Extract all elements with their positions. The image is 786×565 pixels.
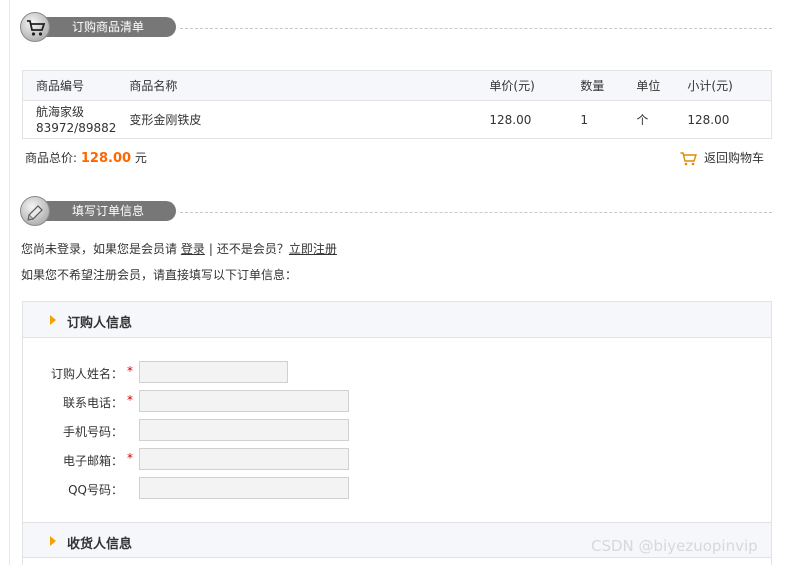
column-header: 单位 — [623, 70, 675, 101]
table-header-row: 商品编号 商品名称 单价(元) 数量 单位 小计(元) — [22, 70, 772, 101]
order-info-header: 填写订单信息 — [20, 196, 772, 226]
login-prompt: 您尚未登录，如果您是会员请 登录 | 还不是会员？立即注册 — [21, 240, 337, 257]
field-label: 手机号码： — [62, 425, 123, 439]
login-link[interactable]: 登录 — [181, 242, 205, 256]
field-label: QQ号码： — [68, 483, 123, 497]
phone-input[interactable] — [139, 390, 349, 412]
form-row-email: 电子邮箱： * — [23, 448, 423, 470]
required-mark: * — [127, 393, 133, 407]
arrow-right-icon — [50, 536, 56, 546]
receiver-info-title: 收货人信息 — [67, 537, 133, 552]
back-to-cart-link[interactable]: 返回购物车 — [680, 149, 764, 166]
arrow-right-icon — [50, 315, 56, 325]
not-member-text: 还不是会员？ — [216, 242, 289, 256]
column-header: 数量 — [567, 70, 624, 101]
login-prompt-text: 您尚未登录，如果您是会员请 — [21, 242, 178, 256]
total-label: 商品总价: — [25, 151, 78, 165]
guest-hint: 如果您不希望注册会员，请直接填写以下订单信息： — [21, 268, 298, 282]
buyer-info-panel: 订购人信息 订购人姓名： * 联系电话： * 手机号码： 电子邮箱： * QQ号… — [22, 301, 772, 565]
email-input[interactable] — [139, 448, 349, 470]
table-row: 航海家级 83972/89882 变形金刚铁皮 128.00 1 个 128.0… — [23, 101, 772, 139]
left-frame-edge — [0, 0, 10, 565]
watermark: CSDN @biyezuopinvip — [591, 537, 758, 555]
quantity-cell: 1 — [580, 112, 589, 127]
field-label: 联系电话： — [62, 396, 123, 410]
field-label: 订购人姓名： — [50, 367, 123, 381]
total-currency: 元 — [134, 151, 147, 165]
product-code-cell: 航海家级 83972/89882 — [23, 101, 117, 139]
order-list-header: 订购商品清单 — [20, 12, 772, 42]
required-mark: * — [127, 451, 133, 465]
subtotal-cell: 128.00 — [687, 112, 730, 127]
form-badge — [20, 196, 50, 226]
form-row-name: 订购人姓名： * — [23, 361, 423, 383]
cart-badge — [20, 12, 50, 42]
section-title: 订购商品清单 — [34, 17, 176, 37]
qq-input[interactable] — [139, 477, 349, 499]
back-to-cart-label: 返回购物车 — [704, 151, 765, 165]
column-header: 单价(元) — [476, 70, 568, 101]
buyer-name-input[interactable] — [139, 361, 288, 383]
total-price: 商品总价: 128.00 元 — [25, 149, 147, 166]
form-row-phone: 联系电话： * — [23, 390, 423, 412]
product-code-line1: 航海家级 — [36, 104, 85, 119]
product-code-line2: 83972/89882 — [36, 120, 117, 135]
section-title: 填写订单信息 — [34, 201, 176, 221]
pen-hand-icon — [27, 205, 43, 221]
register-link[interactable]: 立即注册 — [289, 242, 337, 256]
dashed-divider — [180, 212, 772, 213]
buyer-info-header: 订购人信息 — [23, 302, 771, 338]
unit-price-cell: 128.00 — [489, 112, 532, 127]
cart-icon — [680, 151, 697, 165]
separator: | — [208, 242, 213, 256]
column-header: 小计(元) — [674, 70, 772, 101]
order-items-table: 商品编号 商品名称 单价(元) 数量 单位 小计(元) 航海家级 83972/8… — [22, 70, 772, 139]
mobile-input[interactable] — [139, 419, 349, 441]
buyer-info-title: 订购人信息 — [67, 316, 133, 331]
unit-cell: 个 — [636, 112, 649, 127]
field-label: 电子邮箱： — [62, 454, 123, 468]
shopping-cart-icon — [27, 20, 46, 36]
column-header: 商品编号 — [22, 70, 117, 101]
column-header: 商品名称 — [116, 70, 477, 101]
dashed-divider — [180, 28, 772, 29]
product-name-cell: 变形金刚铁皮 — [129, 112, 202, 127]
required-mark: * — [127, 364, 133, 378]
total-value: 128.00 — [80, 151, 132, 166]
form-row-mobile: 手机号码： — [23, 419, 423, 441]
form-row-qq: QQ号码： — [23, 477, 423, 499]
